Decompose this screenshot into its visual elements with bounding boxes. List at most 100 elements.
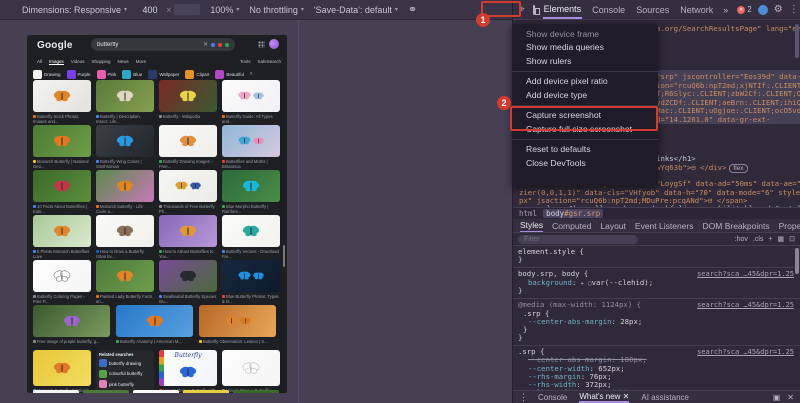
result-caption[interactable]: Butterfly Drawing Images - Free... xyxy=(159,159,217,168)
css-property[interactable]: --center-abs-margin: 28px; xyxy=(518,318,795,326)
result-caption[interactable]: Butterfly | Description, Insect, Life... xyxy=(96,114,154,123)
image-result[interactable]: Butterfly xyxy=(159,350,217,386)
chip-clipart[interactable]: Clipart xyxy=(185,70,209,79)
gear-icon[interactable]: ⚙ xyxy=(774,5,783,15)
save-data-select[interactable]: 'Save-Data': default ▾ xyxy=(314,5,398,15)
image-result[interactable] xyxy=(222,260,280,292)
tab-sources[interactable]: Sources xyxy=(635,2,670,18)
tab-network[interactable]: Network xyxy=(679,2,714,18)
results-tab-all[interactable]: All xyxy=(37,59,42,64)
chip-beautiful[interactable]: Beautiful xyxy=(215,70,244,79)
stylesheet-link[interactable]: search?sca_…45&dpr=1.25 xyxy=(697,302,794,310)
result-caption[interactable]: Butterfly Guide: All Types and... xyxy=(222,114,280,123)
zoom-select[interactable]: 100% ▾ xyxy=(210,5,239,15)
image-result[interactable] xyxy=(116,305,193,337)
more-tabs-chevron[interactable]: » xyxy=(722,2,729,18)
image-result[interactable] xyxy=(96,170,154,202)
kebab-menu-icon[interactable]: ⋮ xyxy=(789,5,799,15)
results-tab-videos[interactable]: Videos xyxy=(71,59,85,64)
result-caption[interactable]: 5 Plants Monarch Butterflies Love xyxy=(33,249,91,258)
stylesheet-link[interactable]: search?sca_…45&dpr=1.25 xyxy=(697,271,794,279)
image-result[interactable] xyxy=(159,215,217,247)
flex-badge[interactable]: flex xyxy=(729,164,747,173)
filter-input[interactable] xyxy=(518,235,638,244)
drawer-tab-what-s-new[interactable]: What's new ✕ xyxy=(579,391,629,403)
result-caption[interactable]: Butterflies and Moths | Britannica xyxy=(222,159,280,168)
height-input[interactable] xyxy=(174,4,200,15)
drawer-kebab-icon[interactable]: ⋮ xyxy=(519,393,528,402)
menu-item-show-rulers[interactable]: Show rulers xyxy=(512,54,658,68)
device-toolbar-icon[interactable] xyxy=(533,5,535,15)
new-rule-button[interactable]: + xyxy=(768,236,772,243)
stylesheet-link[interactable]: search?sca_…45&dpr=1.25 xyxy=(697,349,794,357)
avatar[interactable] xyxy=(269,39,279,49)
breadcrumb-html[interactable]: html xyxy=(519,209,537,218)
styles-tab-layout[interactable]: Layout xyxy=(600,221,626,231)
image-result[interactable] xyxy=(159,80,217,112)
elements-scrollbar[interactable] xyxy=(795,24,799,58)
link-icon[interactable]: ⚭ xyxy=(408,3,417,16)
result-caption[interactable]: Butterfly - Wikipedia xyxy=(159,114,217,123)
results-tool-safesearch[interactable]: SafeSearch xyxy=(257,59,281,64)
styles-scrollbar[interactable] xyxy=(795,248,799,274)
result-caption[interactable]: Free image of purple butterfly, g... xyxy=(33,339,110,348)
related-search-item[interactable]: butterfly drawing xyxy=(99,359,151,367)
search-bar[interactable]: ✕ xyxy=(91,38,235,51)
image-result[interactable] xyxy=(96,215,154,247)
result-caption[interactable]: Monarch butterfly - Life Cycle a... xyxy=(96,204,154,213)
result-caption[interactable]: Butterfly Observation: Lesson | S... xyxy=(199,339,276,348)
image-result[interactable] xyxy=(222,170,280,202)
menu-item-add-device-type[interactable]: Add device type xyxy=(512,88,658,102)
drawer-tab-console[interactable]: Console xyxy=(538,393,567,402)
result-caption[interactable]: Thousands of Free Butterfly Ph... xyxy=(159,204,217,213)
mic-icon[interactable] xyxy=(211,43,215,47)
google-logo[interactable]: Google xyxy=(37,40,73,51)
image-result[interactable] xyxy=(199,305,276,337)
throttling-select[interactable]: No throttling ▾ xyxy=(249,5,304,15)
result-caption[interactable]: How to Attract Butterflies to You... xyxy=(159,249,217,258)
issues-badge[interactable]: ✕ 2 xyxy=(737,5,751,14)
image-result[interactable] xyxy=(33,125,91,157)
result-caption[interactable]: Blue Morpho Butterfly | Rainfore... xyxy=(222,204,280,213)
image-result[interactable] xyxy=(33,305,110,337)
rule-selector[interactable]: element.style { xyxy=(518,248,795,256)
menu-item-show-device-frame[interactable]: Show device frame xyxy=(512,27,658,41)
result-caption[interactable]: Monarch Butterfly | National Geo... xyxy=(33,159,91,168)
image-result[interactable] xyxy=(222,80,280,112)
apps-grid-icon[interactable] xyxy=(258,41,265,48)
page-scrollbar[interactable] xyxy=(283,245,285,267)
image-result[interactable] xyxy=(222,215,280,247)
image-result[interactable] xyxy=(159,260,217,292)
dimensions-select[interactable]: Dimensions: Responsive ▾ xyxy=(22,5,127,15)
chip-drawing[interactable]: Drawing xyxy=(33,70,61,79)
image-result[interactable] xyxy=(33,260,91,292)
chip-pink[interactable]: Pink xyxy=(97,70,117,79)
results-tab-images[interactable]: Images xyxy=(49,59,64,65)
color-scheme-icon[interactable]: ▦ xyxy=(778,235,785,243)
styles-tab-computed[interactable]: Computed xyxy=(552,221,591,231)
results-tab-news[interactable]: News xyxy=(118,59,129,64)
menu-item-show-media-queries[interactable]: Show media queries xyxy=(512,41,658,55)
clear-icon[interactable]: ✕ xyxy=(203,42,208,48)
class-button[interactable]: .cls xyxy=(753,236,764,243)
image-result[interactable] xyxy=(33,80,91,112)
image-result[interactable] xyxy=(33,390,79,393)
result-caption[interactable]: Butterfly Vectors - Download Fre... xyxy=(222,249,280,258)
image-result[interactable] xyxy=(222,125,280,157)
image-result[interactable] xyxy=(96,260,154,292)
image-result[interactable] xyxy=(233,390,279,393)
image-result[interactable] xyxy=(33,350,91,386)
tab-console[interactable]: Console xyxy=(591,2,626,18)
chip-wallpaper[interactable]: Wallpaper xyxy=(148,70,179,79)
computed-icon[interactable]: ⊡ xyxy=(789,235,795,243)
result-caption[interactable]: Painted Lady Butterfly Facts an... xyxy=(96,294,154,303)
styles-tab-properties[interactable]: Properties xyxy=(779,221,800,231)
styles-tab-dom-breakpoints[interactable]: DOM Breakpoints xyxy=(703,221,770,231)
result-caption[interactable]: Butterfly Anatomy | American M... xyxy=(116,339,193,348)
image-result[interactable] xyxy=(222,350,280,386)
image-result[interactable] xyxy=(33,170,91,202)
hover-state-button[interactable]: :hov xyxy=(735,236,748,243)
result-caption[interactable]: Butterfly Wing Colors | Smithsonian xyxy=(96,159,154,168)
tab-elements[interactable]: Elements xyxy=(543,1,583,19)
drawer-tab-ai-assistance[interactable]: AI assistance xyxy=(641,393,689,402)
